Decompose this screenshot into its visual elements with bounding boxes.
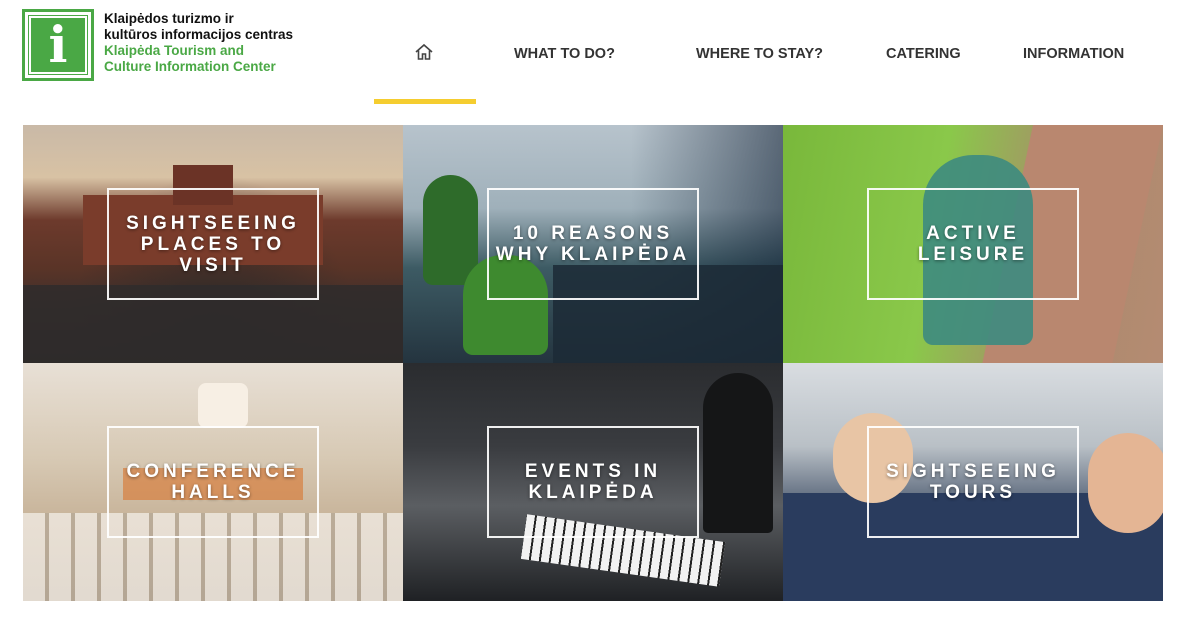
logo-line-en-1: Klaipėda Tourism and (104, 43, 245, 58)
tile-sightseeing-tours[interactable]: SIGHTSEEING TOURS (783, 363, 1163, 601)
info-letter: i (48, 15, 68, 74)
tile-frame: ACTIVE LEISURE (867, 188, 1079, 300)
logo-icon: i (22, 9, 94, 81)
passenger-head-shape (1088, 433, 1163, 533)
nav-catering[interactable]: CATERING (886, 46, 961, 62)
tile-active-leisure[interactable]: ACTIVE LEISURE (783, 125, 1163, 363)
logo-line-lt-1: Klaipėdos turizmo ir (104, 11, 234, 26)
home-icon[interactable] (414, 42, 434, 62)
tile-10-reasons[interactable]: 10 REASONS WHY KLAIPĖDA (403, 125, 783, 363)
tile-frame: EVENTS IN KLAIPĖDA (487, 426, 699, 538)
nav-what-to-do[interactable]: WHAT TO DO? (514, 46, 615, 62)
site-logo[interactable]: i Klaipėdos turizmo ir kultūros informac… (22, 9, 293, 81)
active-nav-indicator (374, 99, 476, 104)
tile-events[interactable]: EVENTS IN KLAIPĖDA (403, 363, 783, 601)
tile-sightseeing-places[interactable]: SIGHTSEEING PLACES TO VISIT (23, 125, 403, 363)
tile-frame: SIGHTSEEING PLACES TO VISIT (107, 188, 319, 300)
tile-frame: CONFERENCE HALLS (107, 426, 319, 538)
tile-conference-halls[interactable]: CONFERENCE HALLS (23, 363, 403, 601)
tile-label: 10 REASONS WHY KLAIPĖDA (495, 223, 691, 265)
tile-label: SIGHTSEEING PLACES TO VISIT (126, 212, 300, 276)
logo-inner: i (28, 15, 88, 75)
plant-shape (423, 175, 478, 285)
chandelier-shape (198, 383, 248, 428)
logo-line-lt-2: kultūros informacijos centras (104, 27, 294, 42)
tile-label: SIGHTSEEING TOURS (886, 461, 1060, 503)
tile-label: EVENTS IN KLAIPĖDA (524, 461, 662, 503)
tile-label: ACTIVE LEISURE (917, 223, 1029, 265)
tile-frame: SIGHTSEEING TOURS (867, 426, 1079, 538)
feature-grid: SIGHTSEEING PLACES TO VISIT 10 REASONS W… (23, 125, 1163, 601)
nav-information[interactable]: INFORMATION (1023, 46, 1124, 62)
tile-label: CONFERENCE HALLS (126, 461, 300, 503)
logo-line-en-2: Culture Information Center (104, 59, 276, 74)
logo-text: Klaipėdos turizmo ir kultūros informacij… (104, 11, 293, 75)
tile-frame: 10 REASONS WHY KLAIPĖDA (487, 188, 699, 300)
site-header: i Klaipėdos turizmo ir kultūros informac… (0, 0, 1180, 110)
nav-where-to-stay[interactable]: WHERE TO STAY? (696, 46, 823, 62)
guitarist-shape (703, 373, 773, 533)
